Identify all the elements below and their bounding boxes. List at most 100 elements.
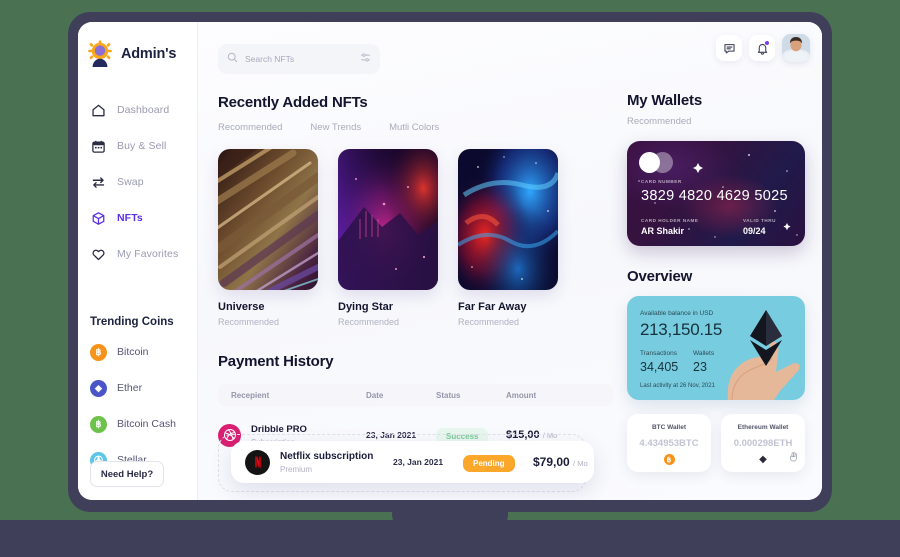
nft-card-title: Dying Star bbox=[338, 301, 394, 313]
coin-label: Bitcoin bbox=[117, 346, 149, 358]
message-icon[interactable] bbox=[716, 35, 742, 61]
column-header-status: Status bbox=[436, 390, 461, 400]
filter-sliders-icon[interactable] bbox=[360, 50, 371, 68]
payment-table-header: Recepient Date Status Amount bbox=[218, 384, 613, 406]
bitcoin-cash-icon: ฿ bbox=[90, 415, 107, 433]
search-icon bbox=[227, 50, 238, 68]
payment-amount: $79,00 / Mo bbox=[533, 455, 594, 469]
search-placeholder: Search NFTs bbox=[245, 54, 295, 64]
payment-name: Netflix subscription bbox=[280, 450, 374, 462]
app-screen: Admin's Dashboard Buy & Sell Swap NFTs M… bbox=[78, 22, 822, 500]
nft-art-blue-red-nebula bbox=[458, 149, 558, 290]
nft-art-brown-gold-feathers bbox=[218, 149, 318, 290]
page-title: Recently Added NFTs bbox=[218, 94, 368, 111]
wallet-amount: 4.434953 bbox=[639, 438, 680, 449]
nft-card-list: Universe Recommended Dying Star Recommen… bbox=[218, 149, 613, 327]
wallet-value: 0.000298ETH bbox=[734, 438, 793, 449]
topbar-actions bbox=[716, 34, 810, 62]
column-header-amount: Amount bbox=[506, 390, 537, 400]
heart-icon bbox=[90, 246, 106, 262]
payment-history-title: Payment History bbox=[218, 353, 334, 370]
nft-tabs: Recommended New Trends Mutli Colors bbox=[218, 122, 613, 133]
sun-avatar-logo-icon bbox=[86, 39, 114, 68]
wallet-title: BTC Wallet bbox=[651, 424, 687, 431]
status-badge: Pending bbox=[463, 454, 515, 472]
coin-item-ether[interactable]: ◆ Ether bbox=[78, 370, 197, 406]
payment-amount-value: $79,00 bbox=[533, 455, 570, 469]
sidebar: Admin's Dashboard Buy & Sell Swap NFTs M… bbox=[78, 22, 198, 500]
balance-value: 213,150.15 bbox=[640, 320, 723, 339]
sidebar-nav: Dashboard Buy & Sell Swap NFTs My Favori… bbox=[78, 92, 197, 272]
coin-item-bitcoin-cash[interactable]: ฿ Bitcoin Cash bbox=[78, 406, 197, 442]
payment-date: 23, Jan 2021 bbox=[393, 457, 444, 467]
wallet-card[interactable]: CARD NUMBER 3829 4820 4629 5025 CARD HOL… bbox=[627, 141, 805, 246]
sidebar-item-dashboard[interactable]: Dashboard bbox=[78, 92, 197, 128]
nft-card-universe[interactable]: Universe Recommended bbox=[218, 149, 318, 327]
coin-label: Ether bbox=[117, 382, 143, 394]
transactions-label: Transactions bbox=[640, 350, 677, 357]
wallet-card-btc[interactable]: BTC Wallet 4.434953BTC ฿ bbox=[627, 414, 711, 472]
bitcoin-icon: ฿ bbox=[90, 343, 107, 361]
cursor-pointer-icon bbox=[789, 449, 798, 467]
tab-new-trends[interactable]: New Trends bbox=[310, 122, 361, 133]
bell-icon[interactable] bbox=[749, 35, 775, 61]
tab-multi-colors[interactable]: Mutli Colors bbox=[389, 122, 439, 133]
overview-card[interactable]: Available balance in USD 213,150.15 Tran… bbox=[627, 296, 805, 400]
sidebar-item-label: Buy & Sell bbox=[117, 140, 167, 152]
right-column: My Wallets Recommended CARD NUMBER 3829 … bbox=[627, 22, 822, 500]
search-input[interactable]: Search NFTs bbox=[218, 44, 380, 74]
card-holder-name: AR Shakir bbox=[641, 226, 685, 236]
swap-arrows-icon bbox=[90, 174, 106, 190]
wallet-unit: ETH bbox=[773, 438, 793, 449]
trending-coins-title: Trending Coins bbox=[90, 316, 174, 328]
sidebar-item-swap[interactable]: Swap bbox=[78, 164, 197, 200]
trending-coins-list: ฿ Bitcoin ◆ Ether ฿ Bitcoin Cash ✇ Stell… bbox=[78, 334, 197, 478]
nft-card-title: Far Far Away bbox=[458, 301, 527, 313]
device-frame: Admin's Dashboard Buy & Sell Swap NFTs M… bbox=[68, 12, 832, 512]
overview-title: Overview bbox=[627, 268, 693, 285]
tab-recommended[interactable]: Recommended bbox=[218, 122, 282, 133]
sidebar-item-nfts[interactable]: NFTs bbox=[78, 200, 197, 236]
card-number: 3829 4820 4629 5025 bbox=[641, 188, 788, 204]
my-wallets-title: My Wallets bbox=[627, 92, 702, 109]
nft-card-subtitle: Recommended bbox=[338, 317, 400, 327]
table-row[interactable]: Netflix subscription Premium 23, Jan 202… bbox=[231, 441, 594, 483]
payment-type: Premium bbox=[280, 464, 313, 474]
laptop-base-lower bbox=[0, 520, 900, 557]
calendar-icon bbox=[90, 138, 106, 154]
wallet-title: Ethereum Wallet bbox=[737, 424, 789, 431]
sidebar-item-label: Swap bbox=[117, 176, 144, 188]
sidebar-item-label: My Favorites bbox=[117, 248, 179, 260]
netflix-icon bbox=[245, 449, 270, 475]
payment-recipient: Netflix subscription Premium bbox=[245, 449, 393, 475]
center-column: Search NFTs Recently Added NFTs Recommen… bbox=[198, 22, 627, 500]
topbar: Search NFTs bbox=[218, 42, 613, 76]
nft-card-dying-star[interactable]: Dying Star Recommended bbox=[338, 149, 438, 327]
small-wallet-list: BTC Wallet 4.434953BTC ฿ Ethereum Wallet… bbox=[627, 414, 810, 472]
avatar[interactable] bbox=[782, 34, 810, 62]
sidebar-item-my-favorites[interactable]: My Favorites bbox=[78, 236, 197, 272]
coin-label: Bitcoin Cash bbox=[117, 418, 176, 430]
need-help-button[interactable]: Need Help? bbox=[90, 461, 164, 487]
wallet-unit: BTC bbox=[679, 438, 699, 449]
coin-item-bitcoin[interactable]: ฿ Bitcoin bbox=[78, 334, 197, 370]
card-holder-label: CARD HOLDER NAME bbox=[641, 218, 699, 223]
wallet-card-ethereum[interactable]: Ethereum Wallet 0.000298ETH ◆ bbox=[721, 414, 805, 472]
nft-art-magenta-purple-nebula bbox=[338, 149, 438, 290]
sidebar-item-label: NFTs bbox=[117, 212, 143, 224]
nft-card-title: Universe bbox=[218, 301, 265, 313]
cube-icon bbox=[90, 210, 106, 226]
sidebar-item-buy-sell[interactable]: Buy & Sell bbox=[78, 128, 197, 164]
wallet-amount: 0.000298 bbox=[733, 438, 774, 449]
card-number-label: CARD NUMBER bbox=[641, 179, 682, 184]
home-icon bbox=[90, 102, 106, 118]
last-activity: Last activity at 26 Nov, 2021 bbox=[640, 383, 715, 389]
wallets-count-label: Wallets bbox=[693, 350, 715, 357]
ethereum-hand-graphic bbox=[727, 310, 800, 400]
nft-card-far-far-away[interactable]: Far Far Away Recommended bbox=[458, 149, 558, 327]
brand[interactable]: Admin's bbox=[78, 34, 197, 70]
wallet-value: 4.434953BTC bbox=[639, 438, 698, 449]
ethereum-icon: ◆ bbox=[759, 454, 767, 465]
nft-card-subtitle: Recommended bbox=[218, 317, 280, 327]
payment-name: Dribble PRO bbox=[251, 423, 307, 435]
